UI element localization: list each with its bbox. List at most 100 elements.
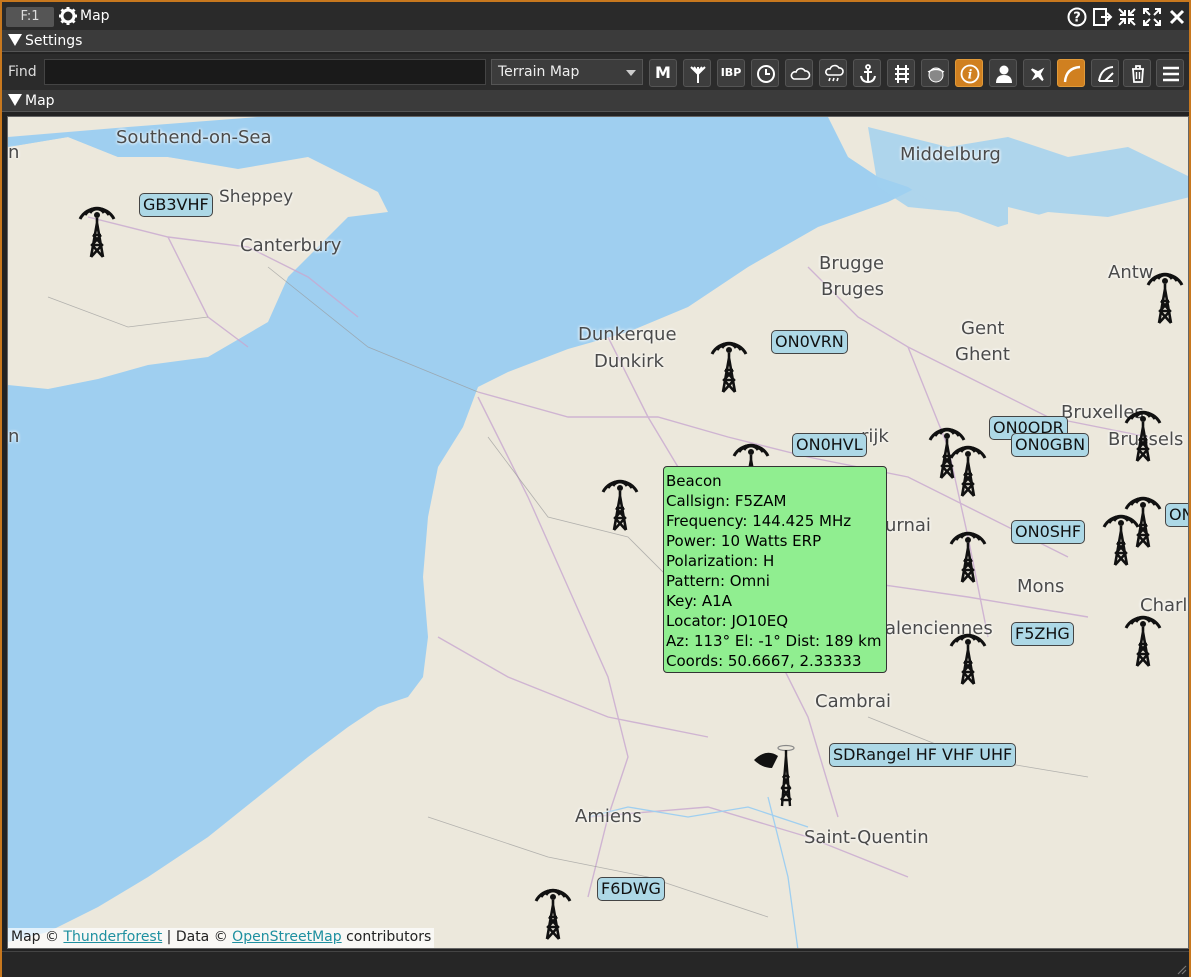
city-label: Southend-on-Sea xyxy=(116,127,272,148)
radio-tower-icon[interactable] xyxy=(1098,501,1144,567)
marker-label[interactable]: SDRangel HF VHF UHF xyxy=(829,743,1017,767)
popup-callsign: Callsign: F5ZAM xyxy=(666,492,787,510)
collapse-triangle-icon xyxy=(8,94,22,106)
city-label: Cambrai xyxy=(815,691,891,712)
city-label: Canterbury xyxy=(240,235,342,256)
antenna-button[interactable] xyxy=(683,59,711,87)
marker-label[interactable]: ON xyxy=(1165,503,1188,527)
radio-tower-icon[interactable] xyxy=(945,432,991,498)
rain-cloud-icon xyxy=(825,64,844,82)
city-label: Mons xyxy=(1017,576,1065,597)
info-icon: i xyxy=(960,64,980,84)
trash-icon xyxy=(1132,65,1144,83)
aircraft-button[interactable] xyxy=(1023,59,1051,87)
chevron-down-icon xyxy=(626,70,636,76)
city-label: Amiens xyxy=(575,806,642,827)
radio-tower-icon[interactable] xyxy=(597,466,643,532)
map-type-select[interactable]: Terrain Map xyxy=(491,59,643,85)
anchor-icon xyxy=(860,64,876,84)
track-arc-icon xyxy=(1063,65,1081,83)
thunderforest-link[interactable]: Thunderforest xyxy=(63,929,162,945)
city-label: Brugge xyxy=(819,253,885,274)
beacon-icon xyxy=(1098,66,1114,82)
radio-tower-icon[interactable] xyxy=(945,620,991,686)
city-label: n xyxy=(8,426,20,447)
antenna-icon xyxy=(690,66,706,83)
city-label: Ghent xyxy=(955,344,1010,365)
marker-label[interactable]: ON0HVL xyxy=(792,433,867,457)
beacons-button[interactable] xyxy=(1091,59,1119,87)
marker-label[interactable]: F5ZHG xyxy=(1011,622,1074,646)
map-view[interactable]: Southend-on-Sea Sheppey Canterbury Midde… xyxy=(7,116,1189,949)
city-label: Saint-Quentin xyxy=(804,827,929,848)
close-icon[interactable] xyxy=(1166,6,1188,28)
beacon-info-popup: Beacon Callsign: F5ZAM Frequency: 144.42… xyxy=(663,466,887,673)
person-icon xyxy=(996,65,1012,83)
my-position-button[interactable] xyxy=(989,59,1017,87)
attribution-suffix: contributors xyxy=(341,929,432,945)
resize-grip-icon[interactable] xyxy=(1175,963,1187,975)
popup-locator: Locator: JO10EQ xyxy=(666,612,789,630)
maidenhead-button[interactable]: M xyxy=(649,59,677,87)
radio-tower-icon[interactable] xyxy=(1142,259,1188,325)
city-label: urnai xyxy=(885,515,931,536)
city-label: Dunkirk xyxy=(594,351,664,372)
city-label: n xyxy=(8,142,20,163)
city-label: Gent xyxy=(961,318,1005,339)
clouds-button[interactable] xyxy=(785,59,813,87)
title-bar: F:1 Map ? xyxy=(2,2,1189,30)
popup-title: Beacon xyxy=(666,472,722,490)
marker-label[interactable]: ON0GBN xyxy=(1011,433,1090,457)
maximize-icon[interactable] xyxy=(1141,6,1163,28)
svg-text:?: ? xyxy=(1073,11,1081,26)
railway-icon xyxy=(895,65,909,83)
attribution-middle: | Data © xyxy=(162,929,233,945)
menu-button[interactable] xyxy=(1156,59,1184,87)
find-input[interactable] xyxy=(44,59,486,85)
airplane-icon xyxy=(1030,67,1045,82)
radio-tower-icon[interactable] xyxy=(1120,397,1166,463)
clock-icon xyxy=(757,65,775,83)
openstreetmap-link[interactable]: OpenStreetMap xyxy=(232,929,341,945)
radio-tower-icon[interactable] xyxy=(74,193,120,259)
time-button[interactable] xyxy=(751,59,779,87)
gear-icon[interactable] xyxy=(58,6,78,26)
radio-tower-icon[interactable] xyxy=(530,875,576,941)
help-icon[interactable]: ? xyxy=(1066,6,1088,28)
radio-tower-icon[interactable] xyxy=(945,518,991,584)
railways-button[interactable] xyxy=(887,59,915,87)
map-attribution: Map © Thunderforest | Data © OpenStreetM… xyxy=(8,928,435,948)
display-names-button[interactable]: i xyxy=(955,59,983,87)
city-label: Dunkerque xyxy=(578,324,677,345)
seamarks-button[interactable] xyxy=(853,59,881,87)
popup-pattern: Pattern: Omni xyxy=(666,572,770,590)
delete-button[interactable] xyxy=(1123,59,1151,87)
status-bar xyxy=(2,951,1189,977)
window-title: Map xyxy=(80,8,110,24)
collapse-triangle-icon xyxy=(8,34,22,46)
city-label: Sheppey xyxy=(219,187,294,207)
rain-button[interactable] xyxy=(819,59,847,87)
map-section-header[interactable]: Map xyxy=(2,90,1189,112)
map-type-value: Terrain Map xyxy=(498,64,580,80)
ibp-button[interactable]: IBP xyxy=(717,59,745,87)
sdrangel-station-icon[interactable] xyxy=(752,742,808,810)
settings-section-header[interactable]: Settings xyxy=(2,30,1189,52)
radio-tower-icon[interactable] xyxy=(1120,602,1166,668)
marker-label[interactable]: ON0SHF xyxy=(1011,520,1086,544)
ground-tracks-button[interactable] xyxy=(1057,59,1085,87)
radio-tower-icon[interactable] xyxy=(706,328,752,394)
map-section-label: Map xyxy=(25,93,55,109)
tab-number[interactable]: F:1 xyxy=(6,7,54,27)
popup-coords: Coords: 50.6667, 2.33333 xyxy=(666,652,862,670)
marker-label[interactable]: F6DWG xyxy=(597,877,665,901)
move-to-workspace-icon[interactable] xyxy=(1091,6,1113,28)
city-label: Bruges xyxy=(821,279,885,300)
popup-azimuth: Az: 113° El: -1° Dist: 189 km xyxy=(666,632,882,650)
popup-polarization: Polarization: H xyxy=(666,552,775,570)
marker-label[interactable]: GB3VHF xyxy=(139,193,213,217)
settings-label: Settings xyxy=(25,33,83,49)
shrink-icon[interactable] xyxy=(1116,6,1138,28)
nasa-button[interactable] xyxy=(921,59,949,87)
marker-label[interactable]: ON0VRN xyxy=(771,330,848,354)
